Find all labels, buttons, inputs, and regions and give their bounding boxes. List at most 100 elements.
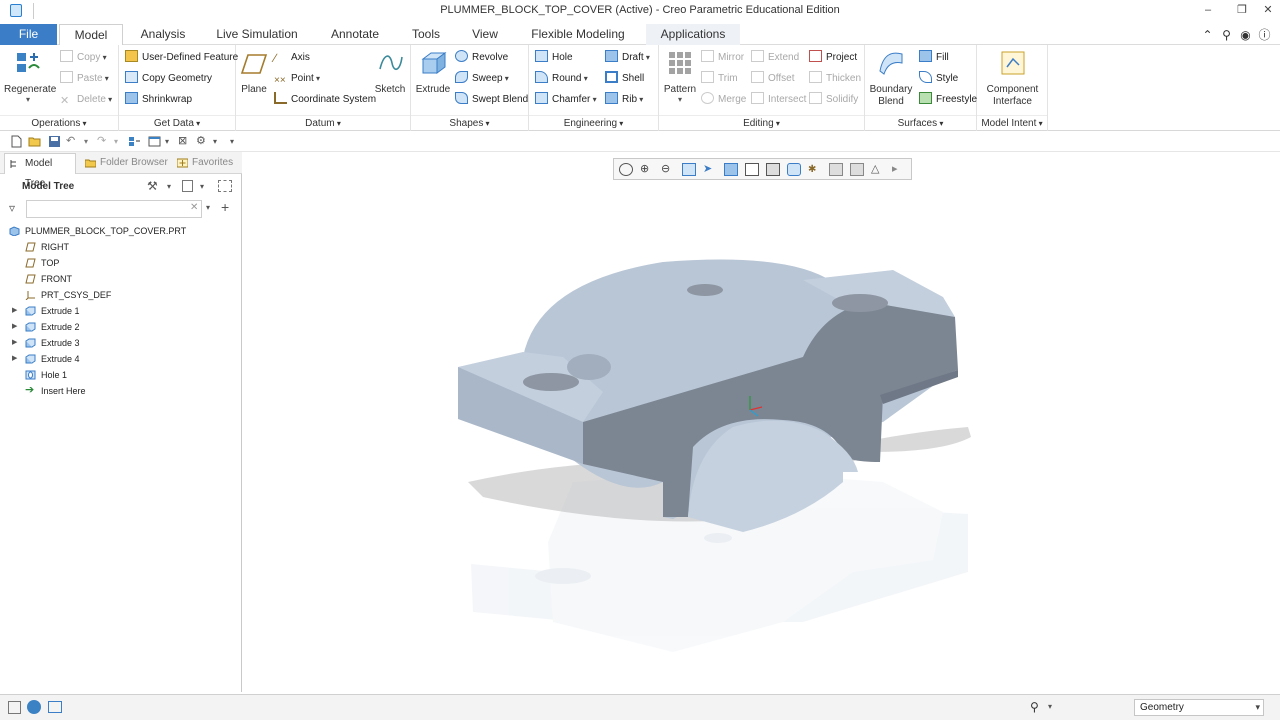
settings-icon[interactable]: ⚙: [196, 135, 209, 148]
merge-button[interactable]: Merge: [701, 92, 746, 108]
sketch-button[interactable]: Sketch: [372, 49, 408, 95]
pattern-dropdown-icon[interactable]: ▾: [661, 95, 699, 104]
intersect-button[interactable]: Intersect: [751, 92, 806, 108]
browser-toggle-icon[interactable]: [27, 700, 41, 714]
maximize-button[interactable]: ❐: [1232, 2, 1252, 18]
user-defined-feature-button[interactable]: User-Defined Feature: [125, 50, 238, 66]
tree-settings-icon[interactable]: ⚒: [147, 179, 158, 193]
copy-button[interactable]: Copy: [60, 50, 107, 66]
round-button[interactable]: Round: [535, 71, 588, 87]
expand-arrow-icon[interactable]: ▶: [12, 303, 17, 319]
clear-search-icon[interactable]: ✕: [190, 202, 198, 213]
tree-search-input[interactable]: [26, 200, 202, 218]
thicken-button[interactable]: Thicken: [809, 71, 861, 87]
tab-applications[interactable]: Applications: [646, 24, 740, 45]
project-button[interactable]: Project: [809, 50, 857, 66]
tab-analysis[interactable]: Analysis: [128, 24, 198, 45]
pattern-button[interactable]: Pattern ▾: [661, 49, 699, 104]
customize-toolbar-icon[interactable]: ▾: [230, 135, 243, 148]
engineering-group-label[interactable]: Engineering: [529, 115, 658, 129]
chamfer-button[interactable]: Chamfer: [535, 92, 597, 108]
regenerate-dropdown-icon[interactable]: ▾: [4, 95, 52, 104]
collapse-ribbon-icon[interactable]: ⌃: [1198, 28, 1217, 42]
offset-button[interactable]: Offset: [751, 71, 795, 87]
hole-button[interactable]: Hole: [535, 50, 573, 66]
paste-button[interactable]: Paste: [60, 71, 109, 87]
help-icon[interactable]: ⓘ: [1255, 26, 1274, 43]
datum-group-label[interactable]: Datum: [236, 115, 410, 129]
expand-arrow-icon[interactable]: ▶: [12, 319, 17, 335]
axis-button[interactable]: ∕ Axis: [274, 50, 310, 66]
mirror-button[interactable]: Mirror: [701, 50, 744, 66]
close-window-icon[interactable]: ⊠: [178, 135, 191, 148]
surfaces-group-label[interactable]: Surfaces: [865, 115, 976, 129]
model-intent-group-label[interactable]: Model Intent: [977, 115, 1047, 129]
find-icon[interactable]: ⚲: [1030, 700, 1039, 714]
get-data-group-label[interactable]: Get Data: [119, 115, 235, 129]
close-button[interactable]: ✕: [1258, 2, 1278, 18]
3d-model-view[interactable]: [243, 152, 1280, 692]
style-button[interactable]: Style: [919, 71, 958, 87]
component-interface-button[interactable]: Component Interface: [981, 49, 1044, 108]
undo-icon[interactable]: ↶: [66, 135, 79, 148]
plane-button[interactable]: Plane: [238, 49, 270, 95]
tab-live-simulation[interactable]: Live Simulation: [205, 24, 309, 45]
selection-filter-select[interactable]: Geometry: [1134, 699, 1264, 716]
point-button[interactable]: ×× Point: [274, 71, 320, 87]
expand-arrow-icon[interactable]: ▶: [12, 335, 17, 351]
operations-group-label[interactable]: Operations: [0, 115, 118, 129]
tab-favorites[interactable]: Favorites: [172, 153, 238, 174]
tab-model[interactable]: Model: [59, 24, 123, 46]
shrinkwrap-button[interactable]: Shrinkwrap: [125, 92, 192, 108]
find-dropdown-icon[interactable]: ▾: [1048, 702, 1052, 711]
search-dropdown-icon[interactable]: ▾: [206, 203, 210, 212]
windows-icon[interactable]: [148, 135, 161, 148]
revolve-button[interactable]: Revolve: [455, 50, 508, 66]
new-file-icon[interactable]: [10, 135, 23, 148]
save-icon[interactable]: [48, 135, 61, 148]
boundary-blend-button[interactable]: Boundary Blend: [867, 49, 915, 108]
extrude-button[interactable]: Extrude: [414, 49, 452, 95]
tab-model-tree[interactable]: Model Tree: [4, 153, 76, 189]
extend-button[interactable]: Extend: [751, 50, 799, 66]
delete-button[interactable]: ✕ Delete: [60, 92, 112, 108]
settings-dropdown-icon[interactable]: ▾: [213, 135, 226, 148]
swept-blend-button[interactable]: Swept Blend: [455, 92, 528, 108]
tab-folder-browser[interactable]: Folder Browser: [80, 153, 168, 174]
solidify-button[interactable]: Solidify: [809, 92, 858, 108]
graphics-window[interactable]: ⊕ ⊖ ➤ ✱ △ ▸: [243, 152, 1280, 692]
community-icon[interactable]: ◉: [1236, 28, 1255, 42]
tree-filter-settings-icon[interactable]: [218, 180, 232, 192]
shapes-group-label[interactable]: Shapes: [411, 115, 528, 129]
coordinate-system-button[interactable]: Coordinate System: [274, 92, 376, 108]
minimize-button[interactable]: –: [1198, 2, 1218, 18]
shell-button[interactable]: Shell: [605, 71, 644, 87]
tab-tools[interactable]: Tools: [401, 24, 451, 45]
draft-button[interactable]: Draft: [605, 50, 650, 66]
regenerate-small-icon[interactable]: [128, 135, 141, 148]
redo-dropdown-icon[interactable]: ▾: [114, 135, 127, 148]
tab-view[interactable]: View: [462, 24, 508, 45]
freestyle-button[interactable]: Freestyle: [919, 92, 977, 108]
show-dropdown-icon[interactable]: ▾: [200, 182, 204, 191]
rib-button[interactable]: Rib: [605, 92, 643, 108]
tab-file[interactable]: File: [0, 24, 57, 45]
show-icon[interactable]: [182, 180, 193, 192]
sweep-button[interactable]: Sweep: [455, 71, 509, 87]
search-icon[interactable]: ⚲: [1217, 28, 1236, 42]
expand-arrow-icon[interactable]: ▶: [12, 351, 17, 367]
open-folder-icon[interactable]: [28, 135, 41, 148]
windows-dropdown-icon[interactable]: ▾: [165, 135, 178, 148]
fill-button[interactable]: Fill: [919, 50, 949, 66]
redo-icon[interactable]: ↷: [97, 135, 110, 148]
navigator-toggle-icon[interactable]: [8, 701, 21, 714]
trim-button[interactable]: Trim: [701, 71, 738, 87]
regenerate-button[interactable]: Regenerate ▾: [4, 49, 56, 104]
tab-flexible-modeling[interactable]: Flexible Modeling: [522, 24, 634, 45]
tree-settings-dropdown-icon[interactable]: ▾: [167, 182, 171, 191]
copy-geometry-button[interactable]: Copy Geometry: [125, 71, 212, 87]
full-screen-icon[interactable]: [48, 701, 62, 713]
add-filter-icon[interactable]: +: [221, 199, 229, 215]
editing-group-label[interactable]: Editing: [659, 115, 864, 129]
tab-annotate[interactable]: Annotate: [318, 24, 392, 45]
